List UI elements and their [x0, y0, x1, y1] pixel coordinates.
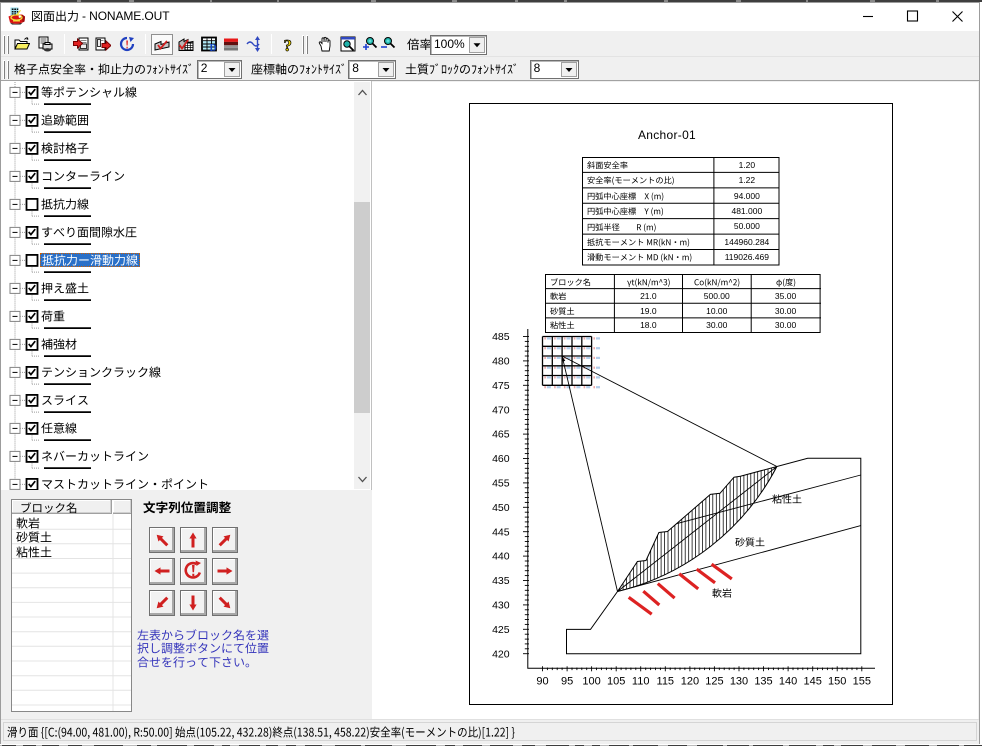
svg-text:460: 460 [492, 453, 510, 465]
svg-text:440: 440 [492, 551, 510, 563]
svg-text:470: 470 [492, 404, 510, 416]
svg-text:485: 485 [492, 331, 510, 343]
svg-text:120: 120 [681, 675, 699, 687]
svg-text:475: 475 [492, 380, 510, 392]
svg-text:420: 420 [492, 648, 510, 660]
svg-text:455: 455 [492, 478, 510, 490]
svg-text:465: 465 [492, 429, 510, 441]
svg-text:100: 100 [582, 675, 600, 687]
svg-text:155: 155 [853, 675, 871, 687]
svg-text:125: 125 [705, 675, 723, 687]
svg-text:90: 90 [536, 675, 548, 687]
svg-text:135: 135 [754, 675, 772, 687]
svg-text:95: 95 [561, 675, 573, 687]
svg-text:480: 480 [492, 356, 510, 368]
svg-text:435: 435 [492, 575, 510, 587]
svg-text:130: 130 [730, 675, 748, 687]
svg-text:150: 150 [828, 675, 846, 687]
svg-text:115: 115 [657, 675, 675, 687]
svg-text:105: 105 [607, 675, 625, 687]
svg-text:D: D [209, 43, 216, 52]
svg-text:430: 430 [492, 600, 510, 612]
svg-text:?: ? [284, 36, 293, 52]
svg-text:140: 140 [779, 675, 797, 687]
svg-text:450: 450 [492, 502, 510, 514]
svg-text:445: 445 [492, 526, 510, 538]
svg-text:425: 425 [492, 624, 510, 636]
svg-text:145: 145 [804, 675, 822, 687]
svg-text:110: 110 [632, 675, 650, 687]
